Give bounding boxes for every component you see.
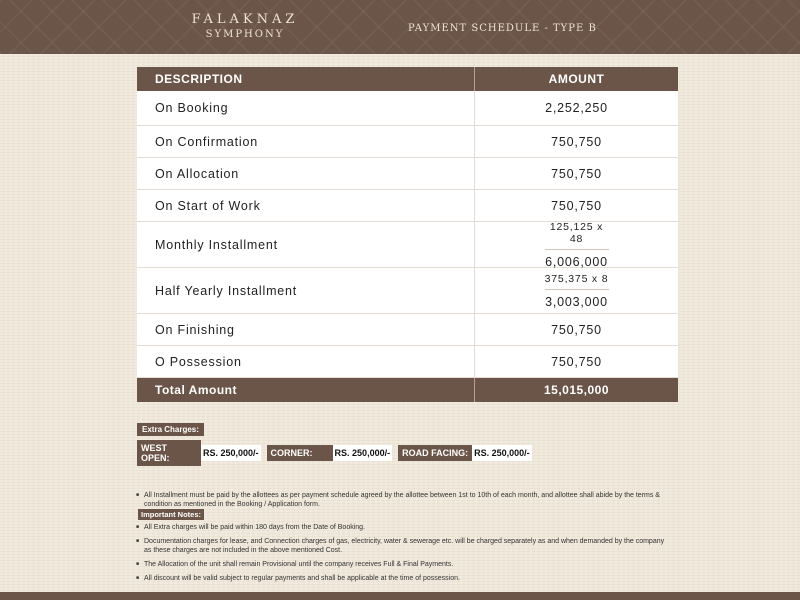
charge-value: RS. 250,000/-	[201, 445, 261, 461]
page-title: PAYMENT SCHEDULE - TYPE B	[408, 23, 597, 34]
row-amount-split: 375,375 x 8 3,003,000	[475, 268, 678, 313]
row-desc: Monthly Installment	[137, 222, 475, 267]
table-row: O Possession 750,750	[137, 346, 678, 378]
note-item: All discount will be valid subject to re…	[136, 574, 672, 583]
row-desc: On Start of Work	[137, 190, 475, 221]
row-amount: 750,750	[551, 134, 602, 149]
header-banner: FALAKNAZ SYMPHONY PAYMENT SCHEDULE - TYP…	[0, 0, 800, 54]
table-row: On Confirmation 750,750	[137, 126, 678, 158]
row-amount: 750,750	[551, 322, 602, 337]
important-notes-label: Important Notes:	[138, 509, 204, 520]
row-desc: O Possession	[137, 346, 475, 377]
table-header: DESCRIPTION AMOUNT	[137, 67, 678, 91]
row-amount: 750,750	[551, 166, 602, 181]
note-item: The Allocation of the unit shall remain …	[136, 560, 672, 569]
row-amount: 3,003,000	[545, 294, 608, 309]
row-desc: On Allocation	[137, 158, 475, 189]
charge-value: RS. 250,000/-	[332, 445, 393, 461]
notes-list: All Installment must be paid by the allo…	[136, 491, 672, 588]
row-calc: 375,375 x 8	[544, 273, 609, 290]
extra-charges: WEST OPEN: RS. 250,000/- CORNER: RS. 250…	[137, 440, 538, 466]
note-item: Documentation charges for lease, and Con…	[136, 537, 672, 555]
col-description-header: DESCRIPTION	[137, 67, 475, 91]
charge-value: RS. 250,000/-	[472, 445, 532, 461]
col-amount-header: AMOUNT	[548, 72, 605, 86]
row-desc: Half Yearly Installment	[137, 268, 475, 313]
total-amount: 15,015,000	[543, 383, 610, 397]
charge-key-west-open: WEST OPEN:	[137, 440, 201, 466]
table-row: On Booking 2,252,250	[137, 91, 678, 126]
charge-key-road-facing: ROAD FACING:	[398, 445, 473, 461]
note-item: All Extra charges will be paid within 18…	[136, 523, 672, 532]
row-calc: 125,125 x 48	[544, 221, 609, 250]
table-row: Monthly Installment 125,125 x 48 6,006,0…	[137, 221, 678, 269]
note-item: All Installment must be paid by the allo…	[136, 491, 672, 509]
row-desc: On Confirmation	[137, 126, 475, 157]
row-amount: 750,750	[551, 354, 602, 369]
row-desc: On Finishing	[137, 314, 475, 345]
brand-sub: SYMPHONY	[205, 29, 285, 40]
row-amount: 2,252,250	[545, 101, 608, 115]
brand-name: FALAKNAZ	[191, 12, 299, 27]
table-row: Half Yearly Installment 375,375 x 8 3,00…	[137, 268, 678, 314]
table-row: On Finishing 750,750	[137, 314, 678, 346]
row-amount-split: 125,125 x 48 6,006,000	[475, 221, 678, 269]
footer-bar	[0, 592, 800, 600]
table-row: On Start of Work 750,750	[137, 190, 678, 222]
payment-table: DESCRIPTION AMOUNT On Booking 2,252,250 …	[137, 67, 678, 402]
row-amount: 750,750	[551, 198, 602, 213]
charge-key-corner: CORNER:	[266, 445, 333, 461]
extra-charges-label: Extra Charges:	[137, 423, 204, 436]
row-desc: On Booking	[137, 91, 475, 125]
table-row: On Allocation 750,750	[137, 158, 678, 190]
table-total-row: Total Amount 15,015,000	[137, 378, 678, 402]
brand-logo: FALAKNAZ SYMPHONY	[180, 12, 310, 40]
total-label: Total Amount	[137, 378, 475, 402]
row-amount: 6,006,000	[545, 254, 608, 269]
